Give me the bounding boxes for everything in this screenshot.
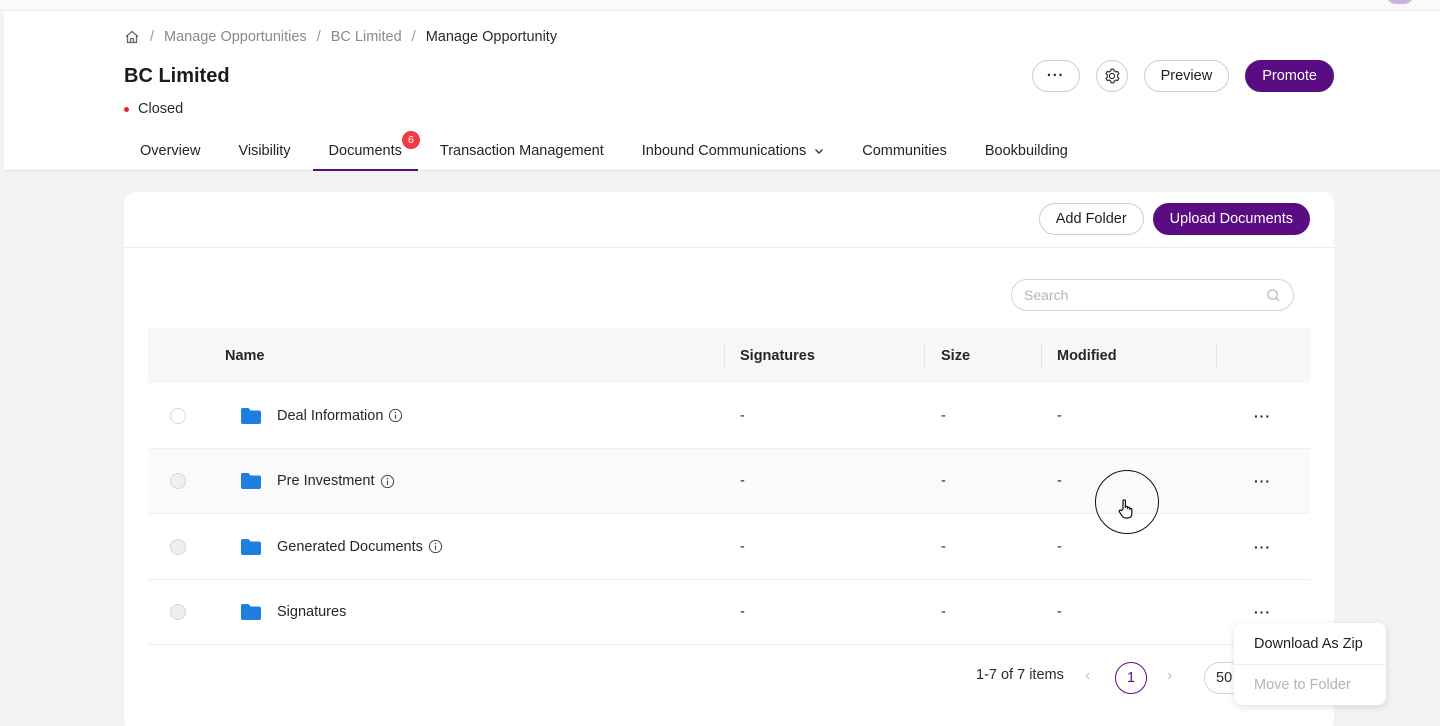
column-divider <box>1041 343 1042 368</box>
size-value: - <box>941 604 946 620</box>
row-select-radio[interactable] <box>170 604 186 620</box>
search-box <box>1011 279 1294 311</box>
modified-value: - <box>1057 407 1062 424</box>
tab-bookbuilding[interactable]: Bookbuilding <box>969 131 1084 170</box>
row-actions-button[interactable]: ··· <box>1254 449 1271 514</box>
tab-transaction-management[interactable]: Transaction Management <box>424 131 620 170</box>
signatures-value: - <box>740 604 745 620</box>
row-actions-menu: Download As Zip Move to Folder <box>1234 623 1386 705</box>
tab-overview[interactable]: Overview <box>124 131 216 170</box>
breadcrumb-separator: / <box>316 29 321 45</box>
breadcrumb-manage-opportunities[interactable]: Manage Opportunities <box>164 29 307 45</box>
menu-item-download-zip[interactable]: Download As Zip <box>1234 623 1386 664</box>
add-folder-button[interactable]: Add Folder <box>1038 203 1144 235</box>
row-actions-button[interactable]: ··· <box>1254 383 1271 448</box>
documents-toolbar: Add Folder Upload Documents <box>124 192 1334 248</box>
folder-icon <box>241 538 261 555</box>
folder-name[interactable]: Pre Investment <box>277 473 375 489</box>
documents-card: Add Folder Upload Documents Name Signatu… <box>124 192 1334 726</box>
pagination: 1-7 of 7 items ‹ 1 › 50 <box>124 662 1334 694</box>
folder-name[interactable]: Signatures <box>277 604 346 620</box>
preview-button[interactable]: Preview <box>1143 60 1230 92</box>
tab-visibility[interactable]: Visibility <box>222 131 306 170</box>
search-input[interactable] <box>1024 287 1266 303</box>
row-select-radio[interactable] <box>170 407 186 424</box>
folder-name[interactable]: Deal Information <box>277 408 383 424</box>
row-select-radio[interactable] <box>170 473 186 489</box>
search-icon[interactable] <box>1266 288 1281 303</box>
column-header-name[interactable]: Name <box>225 328 265 383</box>
tab-label: Inbound Communications <box>641 142 807 159</box>
tab-label: Communities <box>862 142 947 159</box>
info-icon[interactable] <box>428 539 443 554</box>
table-row[interactable]: Signatures - - - ··· <box>148 580 1310 645</box>
info-icon[interactable] <box>388 408 403 423</box>
breadcrumb-separator: / <box>150 29 155 45</box>
top-strip <box>0 0 1440 11</box>
tab-inbound-communications[interactable]: Inbound Communications <box>626 131 840 170</box>
documents-count-badge: 6 <box>401 131 420 149</box>
breadcrumb: / Manage Opportunities / BC Limited / Ma… <box>124 27 557 47</box>
next-page-button[interactable]: › <box>1167 667 1172 685</box>
status-label: Closed <box>138 101 184 117</box>
prev-page-button[interactable]: ‹ <box>1085 667 1090 685</box>
signatures-value: - <box>740 538 745 555</box>
hand-pointer-icon <box>1118 499 1133 519</box>
breadcrumb-separator: / <box>411 29 416 45</box>
size-value: - <box>941 473 946 489</box>
pagination-summary: 1-7 of 7 items <box>976 667 1064 683</box>
header-actions: ··· Preview Promote <box>1031 60 1334 92</box>
size-value: - <box>941 538 946 555</box>
column-divider <box>1216 343 1217 368</box>
modified-value: - <box>1057 604 1062 620</box>
tab-documents[interactable]: Documents 6 <box>312 131 420 171</box>
gear-icon <box>1105 68 1120 84</box>
promote-button[interactable]: Promote <box>1245 60 1334 92</box>
row-actions-button[interactable]: ··· <box>1254 514 1271 579</box>
folder-name[interactable]: Generated Documents <box>277 539 423 555</box>
breadcrumb-bc-limited[interactable]: BC Limited <box>331 29 402 45</box>
avatar[interactable] <box>1386 0 1414 4</box>
breadcrumb-current: Manage Opportunity <box>425 29 558 45</box>
column-header-signatures[interactable]: Signatures <box>740 328 815 383</box>
tab-label: Visibility <box>238 142 291 159</box>
info-icon[interactable] <box>380 474 395 489</box>
tab-label: Transaction Management <box>439 142 604 159</box>
menu-item-move-to-folder: Move to Folder <box>1234 664 1386 705</box>
column-header-size[interactable]: Size <box>941 328 970 383</box>
modified-value: - <box>1057 473 1062 489</box>
upload-documents-button[interactable]: Upload Documents <box>1152 203 1310 235</box>
cursor-highlight <box>1095 470 1159 534</box>
home-icon[interactable] <box>124 29 140 45</box>
more-actions-button[interactable]: ··· <box>1031 60 1080 92</box>
folder-icon <box>241 407 261 424</box>
signatures-value: - <box>740 473 745 489</box>
column-divider <box>724 343 725 368</box>
settings-button[interactable] <box>1095 60 1128 92</box>
column-divider <box>924 343 925 368</box>
tab-bar: Overview Visibility Documents 6 Transact… <box>124 131 1090 171</box>
page-title: BC Limited <box>124 65 230 87</box>
folder-icon <box>241 604 261 620</box>
status-badge: Closed <box>124 101 183 117</box>
modified-value: - <box>1057 538 1062 555</box>
column-header-modified[interactable]: Modified <box>1057 328 1117 383</box>
chevron-down-icon <box>815 148 824 154</box>
status-dot-icon <box>124 106 129 112</box>
row-select-radio[interactable] <box>170 538 186 555</box>
tab-communities[interactable]: Communities <box>846 131 963 170</box>
tab-label: Documents <box>328 142 402 159</box>
tab-label: Bookbuilding <box>984 142 1068 159</box>
folder-icon <box>241 473 261 489</box>
size-value: - <box>941 407 946 424</box>
page-header: / Manage Opportunities / BC Limited / Ma… <box>4 11 1440 171</box>
page-button-current[interactable]: 1 <box>1115 662 1147 694</box>
table-row[interactable]: Deal Information - - - ··· <box>148 383 1310 449</box>
table-header: Name Signatures Size Modified <box>148 328 1310 383</box>
signatures-value: - <box>740 407 745 424</box>
tab-label: Overview <box>140 142 201 159</box>
